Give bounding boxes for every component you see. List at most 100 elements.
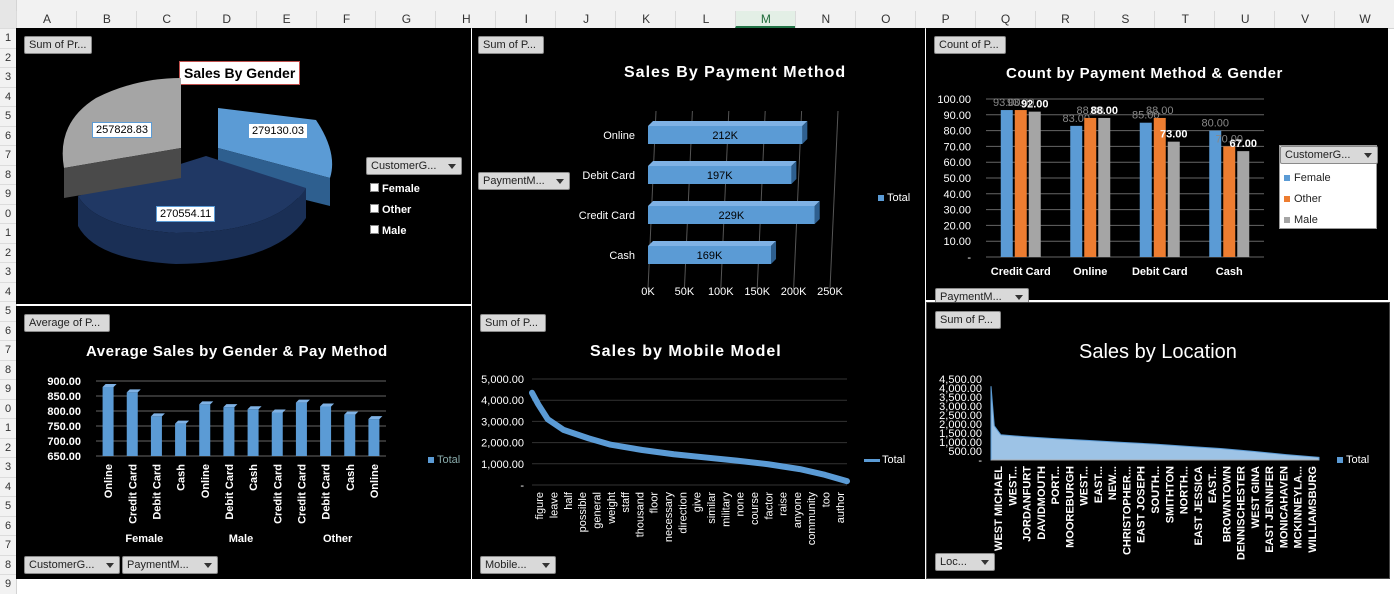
column-header-h[interactable]: H <box>435 11 496 28</box>
count-legend-dropdown[interactable]: CustomerG... <box>1280 146 1378 164</box>
x-tick-label: WEST MICHAEL <box>993 466 1005 551</box>
x-tick-label: EAST JOSEPH <box>1136 466 1148 543</box>
bar <box>199 404 211 456</box>
row-header[interactable]: 4 <box>0 476 16 498</box>
mobile-axis-dropdown[interactable]: Mobile... <box>480 556 556 574</box>
row-header[interactable]: 6 <box>0 125 16 147</box>
column-header-q[interactable]: Q <box>974 11 1036 28</box>
x-category-label: Credit Card <box>272 464 284 524</box>
row-header[interactable]: 6 <box>0 515 16 537</box>
y-tick-label: 2,000.00 <box>481 438 524 450</box>
row-header[interactable]: 3 <box>0 457 16 478</box>
bar-data-label: 92.00 <box>1021 99 1049 111</box>
column-header-p[interactable]: P <box>914 11 976 28</box>
customer-gender-dropdown[interactable]: CustomerG... <box>24 556 120 574</box>
row-header[interactable]: 9 <box>0 184 16 205</box>
column-header-f[interactable]: F <box>315 11 377 28</box>
row-header[interactable]: 2 <box>0 47 16 69</box>
y-tick-label: - <box>520 480 524 492</box>
x-tick-label: 250K <box>817 286 843 298</box>
column-header-r[interactable]: R <box>1034 11 1096 28</box>
x-tick-label: NEW... <box>1107 466 1119 500</box>
y-tick-label: 100.00 <box>937 94 971 106</box>
x-tick-label: necessary <box>663 492 675 543</box>
column-header-m[interactable]: M <box>734 11 796 28</box>
legend-item-female[interactable]: Female <box>1284 168 1331 189</box>
column-header-t[interactable]: T <box>1154 11 1215 28</box>
column-header-c[interactable]: C <box>135 11 197 28</box>
x-tick-label: EAST... <box>1093 466 1105 503</box>
row-header[interactable]: 9 <box>0 574 16 595</box>
mobile-line-svg: 5,000.00 4,000.00 3,000.00 2,000.00 1,000.00… <box>481 374 850 545</box>
column-header-w[interactable]: W <box>1334 11 1394 28</box>
x-tick-label: anyone <box>792 492 804 528</box>
column-header-g[interactable]: G <box>375 11 436 28</box>
row-header[interactable]: 8 <box>0 554 16 576</box>
row-header[interactable]: 8 <box>0 164 16 186</box>
bar <box>175 423 187 456</box>
group-label: Female <box>125 533 163 545</box>
bar-top <box>648 241 777 246</box>
row-header[interactable]: 7 <box>0 340 16 361</box>
payment-method-dropdown[interactable]: PaymentM... <box>122 556 218 574</box>
column-header-n[interactable]: N <box>794 11 856 28</box>
column-header-l[interactable]: L <box>675 11 736 28</box>
row-header[interactable]: 5 <box>0 106 16 127</box>
row-header[interactable]: 0 <box>0 398 16 420</box>
x-category-label: Online <box>103 464 115 498</box>
row-header[interactable]: 8 <box>0 359 16 381</box>
bar <box>150 416 162 456</box>
row-header[interactable]: 5 <box>0 301 16 322</box>
mobile-chart-panel[interactable]: Sum of P... Sales by Mobile Model 5,000.… <box>472 306 925 579</box>
row-header[interactable]: 9 <box>0 379 16 400</box>
column-header-e[interactable]: E <box>255 11 317 28</box>
x-tick-label: EAST JENNIFER <box>1264 466 1276 553</box>
column-header-v[interactable]: V <box>1274 11 1335 28</box>
gender-chart-panel[interactable]: Sum of Pr... Sales By Gender 279130.03 2… <box>16 28 471 304</box>
payment-chart-panel[interactable]: Sum of P... Sales By Payment Method Paym… <box>472 28 925 306</box>
y-tick-label: 3,000.00 <box>481 416 524 428</box>
column-header-b[interactable]: B <box>75 11 137 28</box>
row-header[interactable]: 6 <box>0 320 16 342</box>
average-chart-panel[interactable]: Average of P... Average Sales by Gender … <box>16 306 471 579</box>
column-header-j[interactable]: J <box>555 11 616 28</box>
y-tick-label: 800.00 <box>47 406 81 418</box>
location-axis-dropdown[interactable]: Loc... <box>935 553 995 571</box>
row-header[interactable]: 2 <box>0 242 16 264</box>
bar-other <box>1014 110 1027 257</box>
column-header-u[interactable]: U <box>1214 11 1275 28</box>
column-header-a[interactable]: A <box>16 11 77 28</box>
count-chart-panel[interactable]: Count of P... Count by Payment Method & … <box>926 28 1388 300</box>
column-header-i[interactable]: I <box>495 11 556 28</box>
row-header[interactable]: 1 <box>0 28 16 49</box>
legend-item-male[interactable]: Male <box>1284 210 1331 231</box>
group-label: Other <box>323 533 353 545</box>
y-category-label: Cash <box>609 250 635 262</box>
row-header[interactable]: 7 <box>0 535 16 556</box>
row-header[interactable]: 7 <box>0 145 16 166</box>
column-header-k[interactable]: K <box>615 11 676 28</box>
y-category-label: Credit Card <box>579 210 635 222</box>
row-header[interactable]: 3 <box>0 262 16 283</box>
column-header-d[interactable]: D <box>195 11 257 28</box>
column-header-s[interactable]: S <box>1094 11 1155 28</box>
legend-item-female[interactable]: Female <box>370 179 420 200</box>
row-header[interactable]: 4 <box>0 281 16 303</box>
row-header[interactable]: 2 <box>0 437 16 459</box>
row-header[interactable]: 1 <box>0 418 16 439</box>
column-header-o[interactable]: O <box>854 11 916 28</box>
row-header[interactable]: 5 <box>0 496 16 517</box>
select-all-corner[interactable] <box>0 0 17 28</box>
row-header[interactable]: 3 <box>0 67 16 88</box>
x-category-label: Credit Card <box>296 464 308 524</box>
bar-top <box>247 406 262 410</box>
row-header[interactable]: 1 <box>0 223 16 244</box>
gender-legend-dropdown[interactable]: CustomerG... <box>366 157 462 175</box>
location-chart-panel[interactable]: Sum of P... Sales by Location 4,500.00 4,… <box>926 302 1390 579</box>
x-tick-label: author <box>835 492 847 524</box>
row-header[interactable]: 4 <box>0 86 16 108</box>
legend-item-other[interactable]: Other <box>370 200 420 221</box>
row-header[interactable]: 0 <box>0 203 16 225</box>
legend-item-other[interactable]: Other <box>1284 189 1331 210</box>
legend-item-male[interactable]: Male <box>370 221 420 242</box>
